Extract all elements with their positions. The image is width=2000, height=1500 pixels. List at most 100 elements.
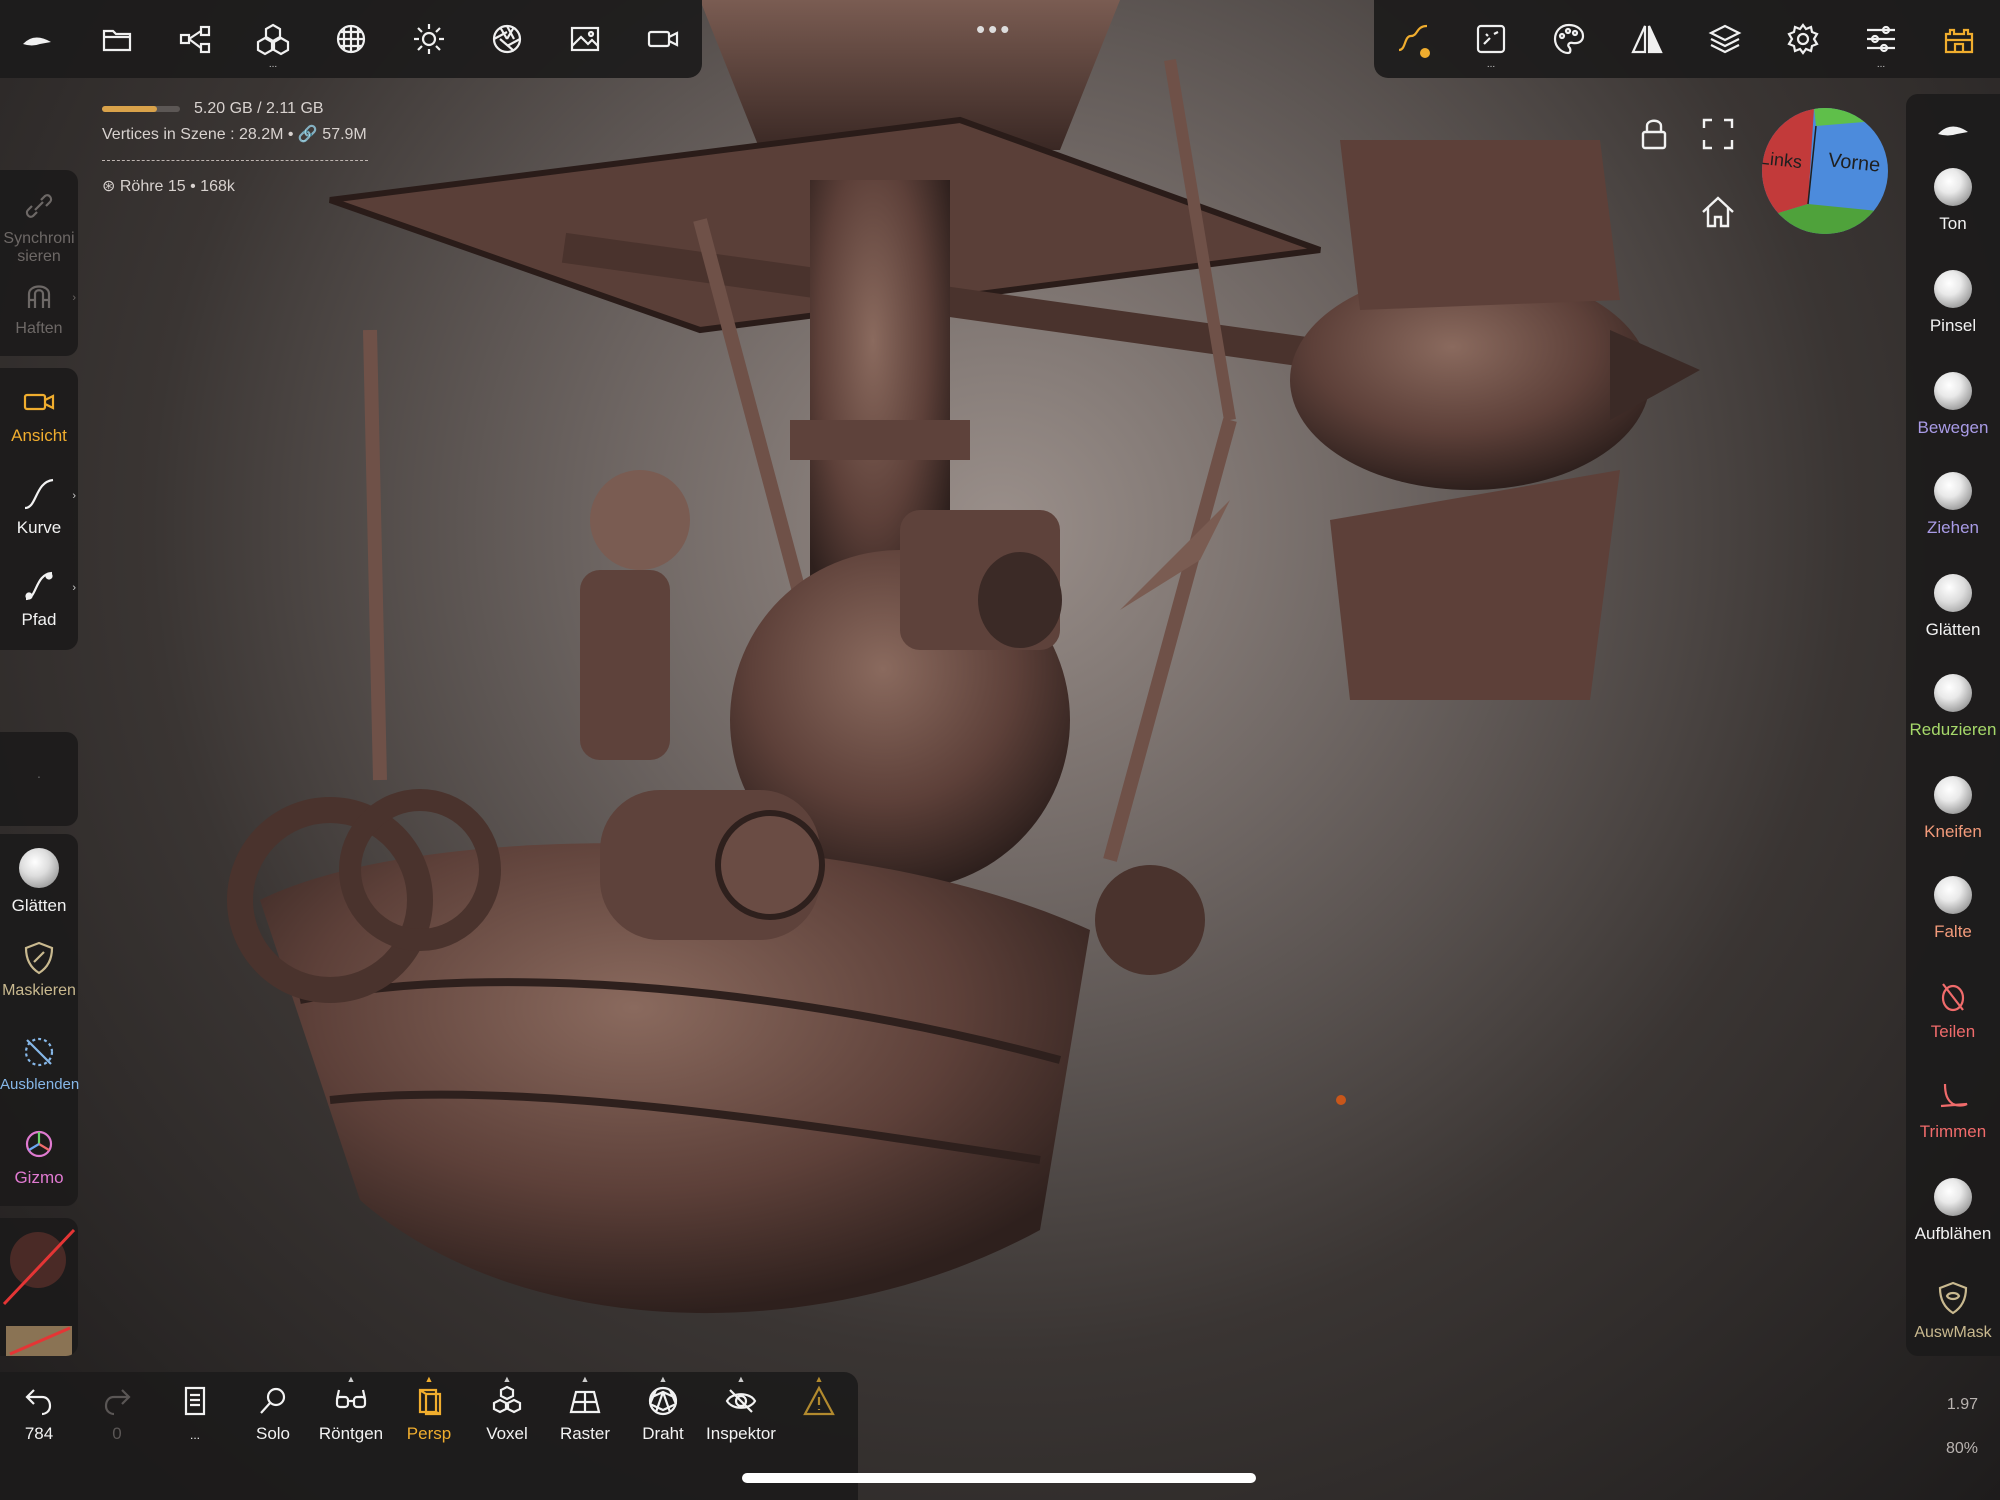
trim-tool-button[interactable]: Trimmen: [1906, 1078, 2000, 1142]
perspective-button[interactable]: ▲ Persp: [392, 1374, 466, 1444]
share-nodes-icon: [179, 25, 211, 54]
path-icon: [25, 571, 53, 601]
trim-icon: [1940, 1083, 1968, 1108]
clay-tool-button[interactable]: Ton: [1906, 168, 2000, 234]
memory-text: 5.20 GB / 2.11 GB: [194, 100, 324, 117]
redo-button[interactable]: 0: [80, 1384, 154, 1444]
xray-caret-icon: ▲: [346, 1374, 356, 1384]
hide-button[interactable]: Ausblenden: [0, 1034, 79, 1093]
smooth-shortcut-label: Glätten: [11, 896, 67, 915]
pinch-tool-label: Kneifen: [1924, 822, 1982, 841]
view-button[interactable]: Ansicht: [0, 384, 78, 446]
move-tool-button[interactable]: Bewegen: [1906, 372, 2000, 438]
voxel-button[interactable]: ▲ Voxel: [470, 1374, 544, 1444]
aperture-icon: [492, 24, 522, 54]
more-options-dots[interactable]: •••: [976, 14, 1012, 45]
view-label: Ansicht: [11, 426, 67, 445]
brush-tool-button[interactable]: Pinsel: [1906, 270, 2000, 336]
inspector-button[interactable]: ▲ Inspektor: [704, 1374, 778, 1444]
tools-settings-button[interactable]: ...: [1856, 14, 1906, 70]
select-mask-icon: [1938, 1281, 1968, 1315]
pinch-tool-button[interactable]: Kneifen: [1906, 776, 2000, 842]
curve-icon: [24, 478, 54, 510]
magnet-button[interactable]: › Haften: [0, 278, 78, 338]
wireframe-icon: [648, 1386, 678, 1416]
primitives-button[interactable]: ...: [248, 14, 298, 70]
select-mask-tool-button[interactable]: AuswMask: [1906, 1280, 2000, 1342]
material-button[interactable]: ...: [1466, 14, 1516, 70]
brush-menu-button[interactable]: [1906, 110, 2000, 154]
folder-icon: [102, 29, 132, 52]
inflate-tool-label: Aufblähen: [1914, 1224, 1992, 1243]
nomad-menu-button[interactable]: [12, 14, 62, 64]
vertices-text: Vertices in Szene : 28.2M • 🔗 57.9M: [102, 126, 367, 143]
left-material-swatch[interactable]: [0, 1218, 78, 1356]
selected-object[interactable]: ⊛ Röhre 15 • 168k: [102, 176, 235, 196]
curve-button[interactable]: › Kurve: [0, 476, 78, 538]
eye-icon: [725, 1389, 757, 1413]
fullscreen-button[interactable]: [1698, 114, 1738, 154]
postprocess-button[interactable]: [482, 14, 532, 64]
grid-label: Raster: [559, 1424, 611, 1443]
smooth-tool-button[interactable]: Glätten: [1906, 574, 2000, 640]
camera-button[interactable]: [638, 14, 688, 64]
solo-button[interactable]: Solo: [236, 1384, 310, 1444]
scene-button[interactable]: [170, 14, 220, 64]
home-view-button[interactable]: [1698, 192, 1738, 232]
topology-button[interactable]: [326, 14, 376, 64]
redo-count: 0: [112, 1424, 122, 1443]
flatten-tool-label: Reduzieren: [1909, 720, 1997, 739]
gizmo-button[interactable]: Gizmo: [0, 1126, 78, 1188]
nomad-logo-icon: [23, 37, 51, 46]
background-button[interactable]: [560, 14, 610, 64]
flatten-tool-button[interactable]: Reduzieren: [1906, 674, 2000, 740]
lighting-button[interactable]: [404, 14, 454, 64]
layers-button[interactable]: [1700, 14, 1750, 64]
inspector-caret-icon: ▲: [736, 1374, 746, 1384]
smooth-shortcut-button[interactable]: Glätten: [0, 848, 78, 916]
clay-sphere-icon: [1934, 168, 1972, 206]
stats-divider: [102, 160, 368, 161]
synchronize-button[interactable]: Synchroni sieren: [0, 188, 78, 266]
drag-tool-button[interactable]: Ziehen: [1906, 472, 2000, 538]
drag-sphere-icon: [1934, 472, 1972, 510]
sliders-icon: [1867, 25, 1895, 53]
wireframe-button[interactable]: ▲ Draht: [626, 1374, 700, 1444]
left-toolbar-view: Ansicht › Kurve › Pfad: [0, 368, 78, 650]
smooth-tool-label: Glätten: [1925, 620, 1981, 639]
xray-button[interactable]: ▲ Röntgen: [314, 1374, 388, 1444]
smooth-sphere-icon: [1934, 574, 1972, 612]
gizmo-label: Gizmo: [14, 1168, 64, 1187]
inspector-label: Inspektor: [706, 1424, 776, 1443]
palette-icon: [1553, 23, 1585, 55]
link-icon: [25, 194, 53, 218]
settings-button[interactable]: [1778, 14, 1828, 64]
lock-view-button[interactable]: [1634, 114, 1674, 154]
stroke-button[interactable]: [1388, 14, 1438, 64]
warning-button[interactable]: ▲: [782, 1374, 856, 1424]
gizmo-icon: [25, 1130, 53, 1158]
split-icon: [1941, 983, 1965, 1012]
crease-tool-button[interactable]: Falte: [1906, 876, 2000, 942]
undo-button[interactable]: 784: [2, 1384, 76, 1444]
split-tool-button[interactable]: Teilen: [1906, 978, 2000, 1042]
memory-bar: [102, 106, 180, 112]
trim-tool-label: Trimmen: [1919, 1122, 1987, 1141]
grid-button[interactable]: ▲ Raster: [548, 1374, 622, 1444]
path-button[interactable]: › Pfad: [0, 568, 78, 630]
palette-button[interactable]: [1544, 14, 1594, 64]
symmetry-button[interactable]: [1622, 14, 1672, 64]
interface-button[interactable]: [1934, 14, 1984, 64]
files-button[interactable]: [92, 14, 142, 64]
inflate-tool-button[interactable]: Aufblähen: [1906, 1178, 2000, 1244]
balloon-model[interactable]: [227, 0, 1700, 1314]
image-icon: [570, 26, 600, 52]
document-button[interactable]: ...: [158, 1384, 232, 1444]
mask-button[interactable]: Maskieren: [0, 940, 78, 1000]
home-indicator[interactable]: [742, 1473, 1256, 1483]
path-chevron-icon: ›: [72, 582, 76, 594]
mask-shield-icon: [24, 941, 54, 975]
gear-icon: [1787, 23, 1819, 55]
view-cube[interactable]: Links Vorne: [1762, 108, 1888, 234]
glasses-icon: [335, 1389, 367, 1409]
